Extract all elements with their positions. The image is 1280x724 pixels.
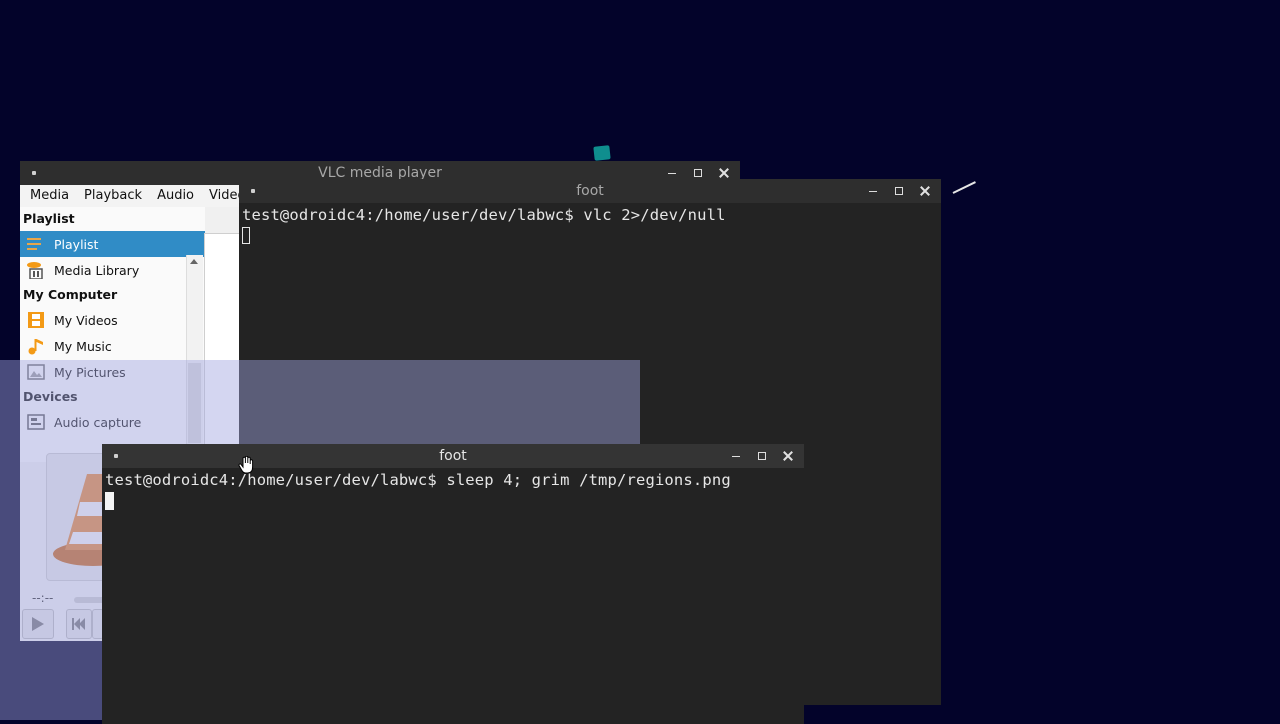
previous-button[interactable] [66, 609, 92, 639]
window-menu-icon[interactable] [114, 454, 118, 458]
sidebar-item-label: My Music [54, 338, 112, 354]
vlc-sidebar: Playlist Playlist Media Library My Compu… [20, 207, 205, 465]
terminal-cursor [105, 492, 114, 510]
sidebar-item-audio-capture[interactable]: Audio capture [20, 409, 205, 435]
terminal-titlebar[interactable]: foot [102, 444, 804, 468]
sidebar-item-my-pictures[interactable]: My Pictures [20, 359, 205, 385]
sidebar-item-label: My Videos [54, 312, 118, 328]
sidebar-header-playlist: Playlist [23, 211, 75, 226]
previous-icon [72, 618, 85, 630]
window-title: foot [439, 448, 467, 464]
play-button[interactable] [22, 609, 54, 639]
maximize-icon [758, 452, 766, 460]
capture-card-icon [26, 413, 46, 431]
playlist-pane[interactable] [204, 233, 242, 465]
playlist-icon [26, 235, 46, 253]
sidebar-item-playlist[interactable]: Playlist [20, 231, 205, 257]
time-elapsed: --:-- [32, 591, 54, 605]
window-menu-icon[interactable] [251, 189, 255, 193]
play-icon [32, 617, 44, 631]
sidebar-item-media-library[interactable]: Media Library [20, 257, 205, 283]
close-icon [783, 451, 793, 461]
sidebar-item-label: Playlist [54, 236, 99, 252]
scroll-thumb[interactable] [188, 363, 201, 443]
maximize-button[interactable] [891, 183, 907, 199]
menu-media[interactable]: Media [20, 185, 74, 207]
terminal-cursor [242, 227, 250, 244]
minimize-icon [869, 190, 877, 192]
sidebar-header-devices: Devices [23, 389, 78, 404]
desktop-decoration-line [952, 181, 976, 194]
film-icon [26, 311, 46, 329]
maximize-icon [694, 169, 702, 177]
window-title: foot [576, 183, 604, 199]
sidebar-item-label: My Pictures [54, 364, 126, 380]
maximize-button[interactable] [754, 448, 770, 464]
close-button[interactable] [917, 183, 933, 199]
minimize-icon [732, 455, 740, 457]
sidebar-item-my-videos[interactable]: My Videos [20, 307, 205, 333]
terminal-titlebar[interactable]: foot [239, 179, 941, 203]
music-note-icon [26, 337, 46, 355]
close-icon [719, 168, 729, 178]
terminal-prompt-line: test@odroidc4:/home/user/dev/labwc$ vlc … [242, 206, 726, 224]
sidebar-item-label: Media Library [54, 262, 140, 278]
sidebar-header-my-computer: My Computer [23, 287, 118, 302]
hand-cursor-icon [238, 455, 254, 478]
media-library-icon [26, 261, 46, 279]
desktop-decoration [593, 145, 611, 161]
scroll-up-arrow-icon[interactable] [190, 259, 198, 264]
terminal-content[interactable]: test@odroidc4:/home/user/dev/labwc$ slee… [102, 468, 804, 724]
maximize-icon [895, 187, 903, 195]
sidebar-scrollbar[interactable] [186, 255, 203, 465]
menu-playback[interactable]: Playback [74, 185, 147, 207]
minimize-button[interactable] [728, 448, 744, 464]
close-button[interactable] [780, 448, 796, 464]
terminal-prompt-line: test@odroidc4:/home/user/dev/labwc$ slee… [105, 471, 731, 489]
menu-audio[interactable]: Audio [147, 185, 199, 207]
close-icon [920, 186, 930, 196]
window-menu-icon[interactable] [32, 171, 36, 175]
sidebar-item-my-music[interactable]: My Music [20, 333, 205, 359]
minimize-button[interactable] [865, 183, 881, 199]
minimize-icon [668, 172, 676, 174]
sidebar-item-label: Audio capture [54, 414, 142, 430]
picture-icon [26, 363, 46, 381]
terminal-window-active: foot test@odroidc4:/home/user/dev/labwc$… [102, 444, 804, 724]
